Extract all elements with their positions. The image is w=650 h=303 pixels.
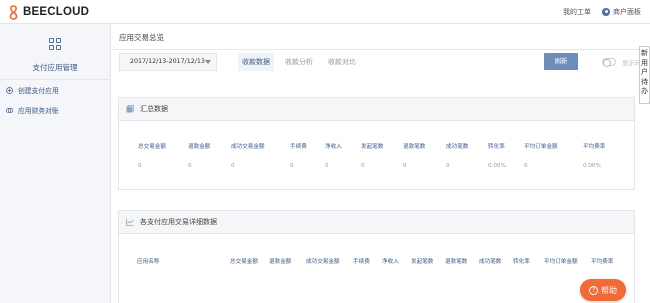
help-label: 帮助 (601, 285, 617, 295)
summary-table: 总交易金额 退款金额 成功交易金额 手续费 净收入 发起笔数 退款笔数 成功笔数… (119, 98, 636, 191)
detail-header-refund-count: 退款笔数 (445, 259, 468, 265)
summary-value-refund: 0 (188, 163, 192, 169)
main-content: 应用交易总览 2017/12/13-2017/12/13 收款数据 收款分析 收… (111, 24, 650, 303)
page-title: 应用交易总览 (119, 33, 164, 42)
summary-header-total: 总交易金额 (138, 144, 166, 150)
summary-header-fee: 手续费 (290, 144, 307, 150)
coins-icon (6, 107, 13, 114)
summary-value-conversion: 0.00% (488, 163, 506, 169)
question-icon: ? (589, 285, 598, 295)
refresh-button[interactable]: 刷新 (544, 53, 578, 70)
detail-panel: 各支付应用交易详细数据 应用名称 总交易金额 退款金额 成功交易金额 手续费 净… (118, 210, 635, 303)
summary-header-success-amount: 成功交易金额 (231, 144, 265, 150)
todo-char: 待 (641, 77, 648, 86)
top-header: BEECLOUD 我的工单 商户面板 (0, 0, 650, 24)
help-button[interactable]: ? 帮助 (580, 279, 626, 301)
sidebar-header: 支付应用管理 (0, 24, 110, 80)
caret-down-icon (205, 60, 211, 64)
plus-circle-icon (6, 86, 13, 94)
compare-toggle[interactable] (602, 58, 616, 67)
detail-table: 应用名称 总交易金额 退款金额 成功交易金额 手续费 净收入 发起笔数 退款笔数… (119, 211, 636, 303)
summary-value-success-count: 0 (446, 163, 450, 169)
merchant-panel-link[interactable]: 商户面板 (613, 7, 641, 17)
summary-header-avg-order: 平均订单金额 (524, 144, 558, 150)
detail-header-app-name: 应用名称 (137, 259, 160, 265)
summary-header-refund: 退款金额 (188, 144, 211, 150)
summary-value-fee: 0 (290, 163, 294, 169)
detail-header-initiated: 发起笔数 (411, 259, 434, 265)
summary-value-initiated: 0 (361, 163, 365, 169)
tab-bar: 收款数据 收款分析 收款对比 (238, 53, 367, 71)
summary-header-refund-count: 退款笔数 (403, 144, 426, 150)
summary-value-avg-rate: 0.00% (583, 163, 601, 169)
summary-header-initiated: 发起笔数 (361, 144, 384, 150)
detail-header-avg-rate: 平均费率 (591, 259, 614, 265)
detail-header-conversion: 转化率 (513, 259, 530, 265)
detail-header-success-amount: 成功交易金额 (306, 259, 340, 265)
user-avatar-icon (602, 8, 610, 16)
summary-header-net: 净收入 (325, 144, 342, 150)
summary-header-success-count: 成功笔数 (446, 144, 469, 150)
beecloud-logo-icon (9, 4, 18, 20)
summary-value-avg-order: 0 (524, 163, 528, 169)
summary-value-success-amount: 0 (231, 163, 235, 169)
new-user-todo-tab[interactable]: 新 用 户 待 办 (639, 46, 650, 104)
todo-char: 户 (641, 68, 648, 76)
todo-char: 新 (641, 49, 648, 57)
detail-header-total: 总交易金额 (230, 259, 258, 265)
sidebar-item-label: 应用财务对账 (18, 107, 59, 115)
tab-collection-compare[interactable]: 收款对比 (324, 53, 360, 71)
detail-header-success-count: 成功笔数 (479, 259, 502, 265)
sidebar-item-reconciliation[interactable]: 应用财务对账 (0, 100, 110, 120)
todo-char: 用 (641, 58, 648, 67)
summary-value-refund-count: 0 (403, 163, 407, 169)
my-work-orders-link[interactable]: 我的工单 (563, 7, 591, 17)
detail-header-fee: 手续费 (353, 259, 370, 265)
sidebar-item-label: 创建支付应用 (18, 87, 59, 95)
divider (111, 49, 650, 50)
date-range-value: 2017/12/13-2017/12/13 (130, 58, 205, 65)
detail-header-net: 净收入 (382, 259, 399, 265)
tab-collection-analysis[interactable]: 收款分析 (281, 53, 317, 71)
summary-header-avg-rate: 平均费率 (583, 144, 606, 150)
date-range-select[interactable]: 2017/12/13-2017/12/13 (119, 53, 217, 71)
detail-header-avg-order: 平均订单金额 (544, 259, 578, 265)
summary-header-conversion: 转化率 (488, 144, 505, 150)
todo-char: 办 (641, 87, 648, 95)
brand-name: BEECLOUD (23, 6, 90, 18)
detail-header-refund: 退款金额 (269, 259, 292, 265)
tab-collection-data[interactable]: 收款数据 (238, 53, 274, 71)
summary-panel: 汇总数据 总交易金额 退款金额 成功交易金额 手续费 净收入 发起笔数 退款笔数… (118, 97, 635, 190)
summary-value-total: 0 (138, 163, 142, 169)
summary-value-net: 0 (325, 163, 329, 169)
sidebar-title: 支付应用管理 (32, 63, 78, 72)
sidebar: 支付应用管理 创建支付应用 应用财务对账 (0, 24, 111, 303)
sidebar-item-create-app[interactable]: 创建支付应用 (0, 80, 110, 100)
toolbar: 2017/12/13-2017/12/13 收款数据 收款分析 收款对比 刷新 … (119, 53, 649, 73)
brand-logo[interactable]: BEECLOUD (7, 4, 89, 20)
grid-icon (49, 38, 61, 50)
